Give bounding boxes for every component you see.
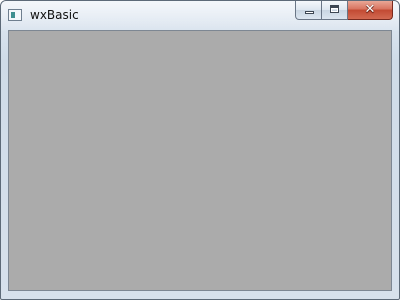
minimize-button[interactable] [295, 1, 322, 20]
window-title: wxBasic [30, 8, 79, 22]
app-icon-pane [11, 12, 15, 18]
close-button[interactable]: ✕ [348, 1, 393, 20]
maximize-button[interactable] [322, 1, 348, 20]
app-window-icon[interactable] [8, 9, 22, 21]
app-window: wxBasic ✕ [0, 0, 400, 300]
maximize-icon [330, 5, 339, 13]
minimize-icon [305, 11, 314, 14]
close-icon: ✕ [364, 2, 376, 17]
client-area[interactable] [8, 30, 392, 291]
caption-buttons: ✕ [295, 1, 393, 21]
title-bar[interactable]: wxBasic ✕ [1, 1, 399, 29]
